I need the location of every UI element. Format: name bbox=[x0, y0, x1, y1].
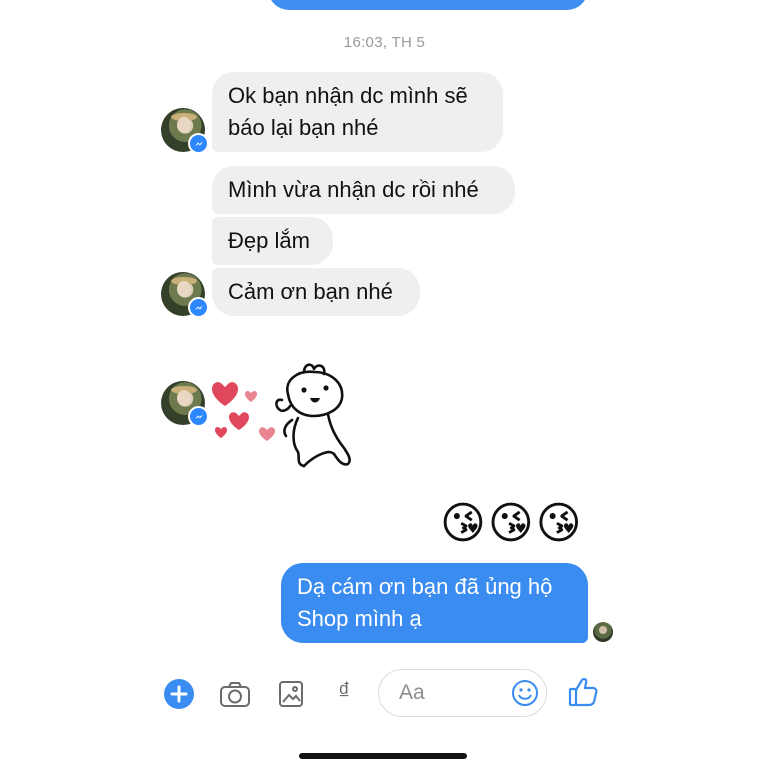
kissing-face-emoji-icon: 😘 bbox=[440, 499, 486, 548]
messenger-badge-icon bbox=[188, 406, 209, 427]
outgoing-message[interactable]: Dạ cám ơn bạn đã ủng hộ Shop mình ạ bbox=[281, 563, 588, 643]
sender-avatar[interactable] bbox=[161, 272, 209, 318]
rabbit-sticker[interactable] bbox=[268, 360, 360, 472]
emoji-smile-icon[interactable] bbox=[511, 679, 539, 707]
photo-icon[interactable] bbox=[278, 680, 304, 708]
incoming-message-2[interactable]: Mình vừa nhận dc rồi nhé bbox=[212, 166, 515, 214]
message-line: Dạ cám ơn bạn đã ủng hộ bbox=[297, 574, 553, 599]
message-timestamp: 16:03, TH 5 bbox=[343, 34, 426, 51]
kissing-face-emoji-icon: 😘 bbox=[535, 499, 582, 548]
messenger-badge-icon bbox=[188, 133, 209, 154]
heart-icon bbox=[229, 412, 249, 430]
thumbs-up-icon[interactable] bbox=[568, 676, 598, 708]
message-line: Ok bạn nhận dc mình sẽ bbox=[228, 83, 468, 108]
incoming-message-4[interactable]: Cảm ơn bạn nhé bbox=[212, 268, 420, 316]
message-line: báo lại bạn nhé bbox=[228, 115, 379, 140]
avatar-face-shape bbox=[177, 390, 191, 406]
home-indicator bbox=[299, 753, 467, 759]
message-input-placeholder: Aa bbox=[399, 681, 425, 704]
heart-icon bbox=[212, 382, 238, 406]
messenger-badge-icon bbox=[188, 297, 209, 318]
incoming-message-3[interactable]: Đẹp lắm bbox=[212, 217, 333, 265]
avatar-face-shape bbox=[177, 117, 191, 133]
emoji-message[interactable]: 😘 😘 😘 bbox=[440, 498, 582, 550]
heart-icon bbox=[215, 426, 227, 438]
read-receipt-avatar bbox=[593, 622, 613, 642]
message-line: Shop mình ạ bbox=[297, 606, 422, 631]
kissing-face-emoji-icon: 😘 bbox=[487, 499, 534, 548]
sender-avatar[interactable] bbox=[161, 381, 209, 427]
previous-outgoing-bubble bbox=[268, 0, 588, 10]
payment-dong-icon[interactable]: ₫ bbox=[338, 678, 350, 706]
camera-icon[interactable] bbox=[219, 680, 251, 708]
avatar-face-shape bbox=[177, 281, 191, 297]
incoming-message-1[interactable]: Ok bạn nhận dc mình sẽ báo lại bạn nhé bbox=[212, 72, 503, 152]
heart-icon bbox=[245, 390, 257, 402]
sender-avatar[interactable] bbox=[161, 108, 209, 154]
message-input[interactable]: Aa bbox=[378, 669, 547, 717]
plus-icon[interactable] bbox=[163, 678, 195, 710]
